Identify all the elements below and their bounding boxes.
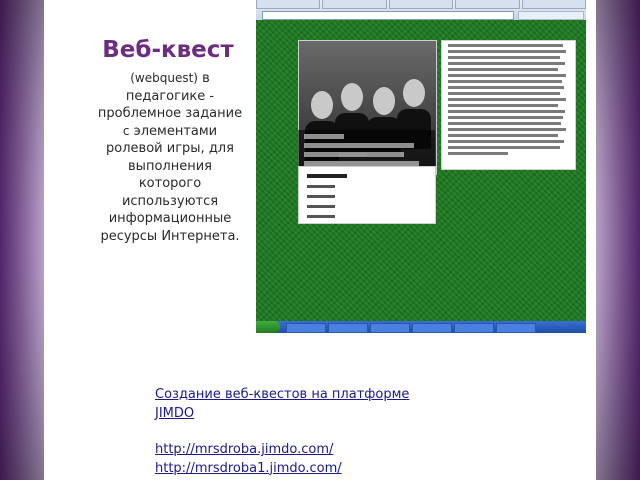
desc-part-4: элементами ролевой игры, для выполнения … (100, 123, 240, 244)
figure-face (341, 83, 363, 111)
browser-tabs (256, 0, 586, 9)
url-link-1[interactable]: http://mrsdroba.jimdo.com/ (155, 441, 455, 460)
intro-text-panel (441, 40, 576, 170)
browser-tab (256, 0, 321, 9)
jimdo-title-link-cont[interactable]: JIMDO (155, 405, 455, 424)
taskbar-button (454, 323, 494, 333)
taskbar-button (370, 323, 410, 333)
site-nav-menu (298, 166, 436, 224)
browser-tab (521, 0, 586, 9)
start-button (256, 321, 280, 333)
windows-taskbar (256, 321, 586, 333)
url-link-2[interactable]: http://mrsdroba1.jimdo.com/ (155, 460, 455, 479)
webquest-page (256, 20, 586, 322)
browser-tab (455, 0, 520, 9)
address-bar (262, 11, 514, 20)
links-block: Создание веб-квестов на платформе JIMDO … (155, 386, 455, 478)
taskbar-button (328, 323, 368, 333)
website-screenshot-image (256, 0, 586, 333)
slide-heading: Веб-квест (102, 37, 234, 63)
desc-part-1: (webquest) (130, 71, 198, 85)
jimdo-title-link[interactable]: Создание веб-квестов на платформе (155, 386, 455, 405)
desc-part-3: с (122, 123, 130, 138)
browser-tab (322, 0, 387, 9)
browser-chrome (256, 0, 586, 20)
figure-face (311, 91, 333, 119)
taskbar-button (412, 323, 452, 333)
figure-face (373, 87, 395, 115)
browser-toolbar (518, 11, 584, 20)
taskbar-button (496, 323, 536, 333)
figure-face (403, 79, 425, 107)
taskbar-button (286, 323, 326, 333)
slide-description: (webquest) в педагогике - проблемное зад… (96, 70, 244, 245)
browser-tab (388, 0, 454, 9)
